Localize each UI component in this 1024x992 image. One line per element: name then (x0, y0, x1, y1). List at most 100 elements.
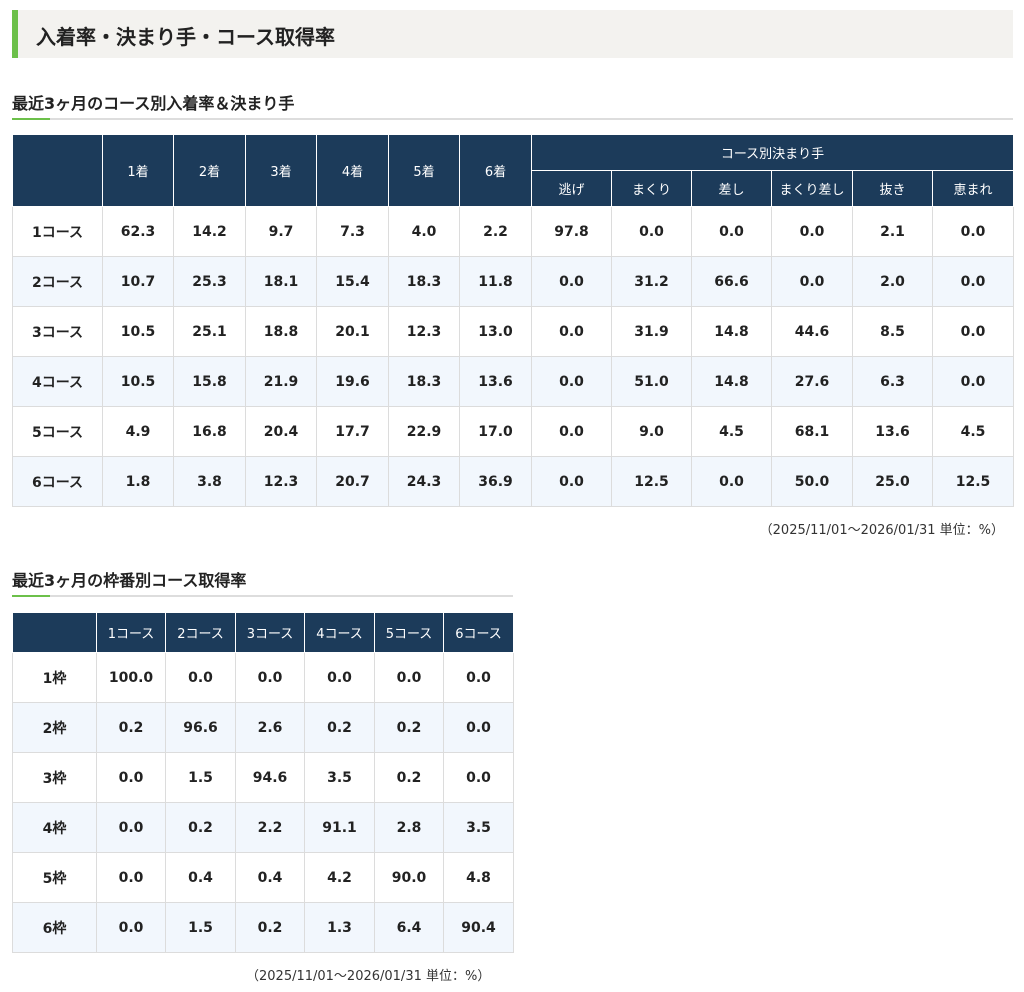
table-cell: 10.7 (102, 256, 174, 307)
table-cell: 16.8 (173, 406, 246, 457)
table-cell: 21.9 (245, 356, 317, 407)
kimarite-header-megumare: 恵まれ (931, 170, 1015, 207)
table-cell: 0.0 (531, 356, 612, 407)
table-cell: 0.4 (235, 852, 305, 903)
table-row: 3枠 0.0 1.5 94.6 3.5 0.2 0.0 (12, 752, 514, 803)
table-cell: 2.8 (374, 802, 444, 853)
row-label: 5枠 (12, 852, 97, 903)
table-cell: 12.3 (388, 306, 460, 357)
table-cell: 13.6 (459, 356, 532, 407)
course-result-table: 1着 2着 3着 4着 5着 6着 コース別決まり手 逃げ まくり 差し まくり… (12, 134, 1015, 507)
table-cell: 20.4 (245, 406, 317, 457)
row-label: 1コース (12, 206, 103, 257)
table-cell: 0.0 (611, 206, 692, 257)
table-cell: 14.2 (173, 206, 246, 257)
table-cell: 15.8 (173, 356, 246, 407)
row-label: 1枠 (12, 652, 97, 703)
table-cell: 0.0 (531, 406, 612, 457)
table-cell: 18.3 (388, 256, 460, 307)
table-cell: 3.5 (304, 752, 375, 803)
table-row: 1コース 62.3 14.2 9.7 7.3 4.0 2.2 97.8 0.0 0.0 0.0 2.1… (12, 206, 1015, 257)
table-row: 3コース 10.5 25.1 18.8 20.1 12.3 13.0 0.0 31.9 14.8 4… (12, 306, 1015, 357)
table-cell: 0.0 (443, 752, 514, 803)
table-cell: 0.0 (96, 902, 166, 953)
table-cell: 4.5 (691, 406, 772, 457)
table-cell: 18.3 (388, 356, 460, 407)
table-cell: 10.5 (102, 356, 174, 407)
table-cell: 0.0 (931, 256, 1015, 307)
table-cell: 0.0 (691, 456, 772, 507)
col-header-course-2: 2コース (165, 612, 236, 653)
table-cell: 4.5 (931, 406, 1015, 457)
table-cell: 25.0 (852, 456, 933, 507)
table-cell: 12.5 (611, 456, 692, 507)
table-cell: 0.0 (374, 652, 444, 703)
table-cell: 27.6 (771, 356, 853, 407)
table-cell: 3.8 (173, 456, 246, 507)
kimarite-header-nige: 逃げ (531, 170, 612, 207)
row-label: 4枠 (12, 802, 97, 853)
table-cell: 1.8 (102, 456, 174, 507)
table-cell: 4.8 (443, 852, 514, 903)
table-cell: 9.7 (245, 206, 317, 257)
table-cell: 51.0 (611, 356, 692, 407)
table-cell: 1.3 (304, 902, 375, 953)
col-header-4: 4着 (316, 134, 389, 207)
row-label: 3枠 (12, 752, 97, 803)
kimarite-group-header: コース別決まり手 (530, 134, 1015, 171)
table-cell: 24.3 (388, 456, 460, 507)
table-cell: 96.6 (165, 702, 236, 753)
table-row: 2枠 0.2 96.6 2.6 0.2 0.2 0.0 (12, 702, 514, 753)
col-header-6: 6着 (459, 134, 532, 207)
kimarite-header-makuri: まくり (611, 170, 692, 207)
table-cell: 0.0 (931, 306, 1015, 357)
table-cell: 0.2 (96, 702, 166, 753)
col-header-1: 1着 (102, 134, 174, 207)
table-cell: 0.0 (531, 456, 612, 507)
table-cell: 2.2 (459, 206, 532, 257)
table-cell: 68.1 (771, 406, 853, 457)
table-cell: 3.5 (443, 802, 514, 853)
table-cell: 90.0 (374, 852, 444, 903)
table-cell: 2.6 (235, 702, 305, 753)
table-corner (12, 612, 97, 653)
table-cell: 0.2 (165, 802, 236, 853)
section2-divider (12, 595, 513, 597)
table-cell: 14.8 (691, 306, 772, 357)
table-cell: 0.0 (96, 852, 166, 903)
col-header-course-5: 5コース (374, 612, 444, 653)
table-cell: 1.5 (165, 902, 236, 953)
table-cell: 0.0 (691, 206, 772, 257)
table-cell: 25.1 (173, 306, 246, 357)
table-cell: 91.1 (304, 802, 375, 853)
table-cell: 11.8 (459, 256, 532, 307)
table-row: 6枠 0.0 1.5 0.2 1.3 6.4 90.4 (12, 902, 514, 953)
table-cell: 31.9 (611, 306, 692, 357)
table-row: 2コース 10.7 25.3 18.1 15.4 18.3 11.8 0.0 31.2 66.6 0… (12, 256, 1015, 307)
table-cell: 14.8 (691, 356, 772, 407)
table-corner (12, 134, 103, 207)
row-label: 4コース (12, 356, 103, 407)
table-cell: 0.0 (96, 752, 166, 803)
table-cell: 36.9 (459, 456, 532, 507)
table-cell: 0.0 (443, 652, 514, 703)
table-row: 5枠 0.0 0.4 0.4 4.2 90.0 4.8 (12, 852, 514, 903)
col-header-3: 3着 (245, 134, 317, 207)
kimarite-header-nuki: 抜き (852, 170, 933, 207)
table-cell: 0.0 (531, 306, 612, 357)
col-header-course-3: 3コース (235, 612, 305, 653)
table-cell: 18.1 (245, 256, 317, 307)
page-title: 入着率・決まり手・コース取得率 (36, 25, 335, 49)
page-header: 入着率・決まり手・コース取得率 (12, 10, 1013, 58)
col-header-2: 2着 (173, 134, 246, 207)
section1-divider (12, 118, 1013, 120)
table-cell: 0.4 (165, 852, 236, 903)
table-cell: 13.0 (459, 306, 532, 357)
table-cell: 7.3 (316, 206, 389, 257)
table-cell: 0.0 (931, 206, 1015, 257)
table-row: 6コース 1.8 3.8 12.3 20.7 24.3 36.9 0.0 12.5 0.0 50.0… (12, 456, 1015, 507)
table-row: 5コース 4.9 16.8 20.4 17.7 22.9 17.0 0.0 9.0 4.5 68.1… (12, 406, 1015, 457)
table-cell: 94.6 (235, 752, 305, 803)
table-cell: 8.5 (852, 306, 933, 357)
table-cell: 19.6 (316, 356, 389, 407)
